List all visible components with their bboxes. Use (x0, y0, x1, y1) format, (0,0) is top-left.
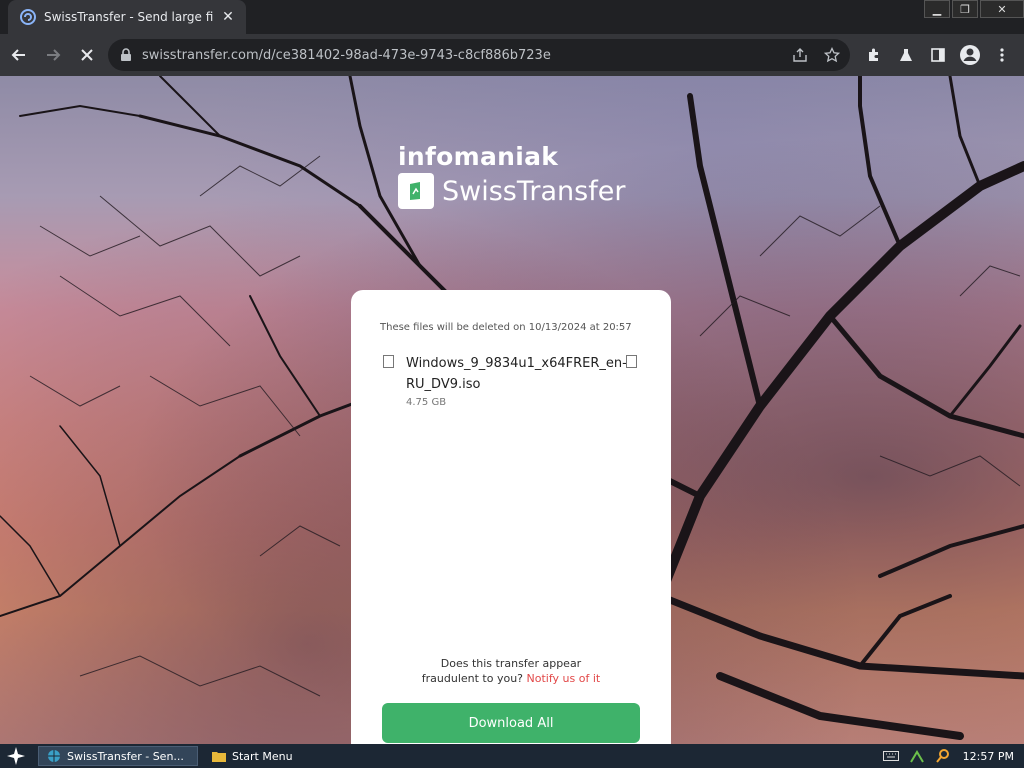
network-icon[interactable] (907, 746, 927, 766)
puzzle-icon (869, 48, 878, 61)
side-panel-icon (931, 48, 945, 62)
file-name: Windows_9_9834u1_x64FRER_en-RU_DV9.iso (406, 356, 627, 392)
bookmark-button[interactable] (818, 41, 846, 69)
file-download-checkbox[interactable] (626, 355, 637, 368)
forward-arrow-icon (47, 49, 61, 61)
avatar-icon (960, 45, 980, 65)
expiry-notice: These files will be deleted on 10/13/202… (380, 322, 632, 333)
profile-button[interactable] (954, 40, 986, 70)
side-panel-button[interactable] (922, 40, 954, 70)
menu-button[interactable] (986, 40, 1018, 70)
share-icon (793, 48, 807, 62)
fraud-text-line1: Does this transfer appear (440, 657, 582, 670)
back-arrow-icon (11, 49, 25, 61)
tab-bar: SwissTransfer - Send large files sec ✕ ▁… (0, 0, 1024, 34)
forward-button[interactable] (38, 40, 68, 70)
file-size: 4.75 GB (406, 397, 447, 408)
minimize-button[interactable]: ▁ (924, 0, 950, 18)
browser-toolbar: swisstransfer.com/d/ce381402-98ad-473e-9… (0, 34, 1024, 76)
keyboard-icon[interactable] (881, 746, 901, 766)
stop-loading-icon (81, 49, 93, 61)
fraud-notice: Does this transfer appear fraudulent to … (351, 656, 671, 686)
clock: 12:57 PM (962, 749, 1014, 763)
lock-icon (121, 48, 131, 61)
brand-logo: infomaniak SwissTransfer (398, 142, 625, 209)
tab-close-icon[interactable]: ✕ (220, 9, 236, 25)
flask-icon (900, 49, 912, 61)
search-icon[interactable] (933, 746, 953, 766)
more-vert-icon (1000, 48, 1004, 62)
taskbar: SwissTransfer - Sen... Start Menu 12:57 … (0, 744, 1024, 768)
star-icon (824, 47, 840, 63)
fraud-text-line2-row: fraudulent to you? Notify us of it (351, 671, 671, 686)
url-text: swisstransfer.com/d/ce381402-98ad-473e-9… (142, 47, 551, 63)
browser-globe-icon (48, 750, 60, 762)
folder-icon (212, 752, 226, 762)
window-controls: ▁ ❐ ✕ (922, 0, 1024, 20)
brand-product: SwissTransfer (442, 175, 626, 207)
tab-swisstransfer[interactable]: SwissTransfer - Send large files sec ✕ (8, 0, 246, 34)
taskbar-item-browser[interactable]: SwissTransfer - Sen... (38, 746, 198, 766)
start-star-icon (7, 747, 25, 765)
system-tray: 12:57 PM (881, 744, 1024, 768)
share-button[interactable] (786, 41, 814, 69)
start-button[interactable] (0, 744, 32, 768)
notify-link[interactable]: Notify us of it (527, 672, 601, 685)
labs-button[interactable] (890, 40, 922, 70)
taskbar-item-label: SwissTransfer - Sen... (67, 749, 184, 763)
download-card: These files will be deleted on 10/13/202… (351, 290, 671, 744)
fraud-text-line2: fraudulent to you? (421, 672, 524, 685)
taskbar-item-label: Start Menu (232, 749, 293, 763)
swisstransfer-favicon-icon (20, 9, 36, 25)
toolbar-right (858, 40, 1018, 70)
close-window-button[interactable]: ✕ (980, 0, 1024, 18)
brand-product-row: SwissTransfer (398, 173, 625, 209)
extensions-button[interactable] (858, 40, 890, 70)
brand-company: infomaniak (398, 142, 559, 171)
file-checkbox[interactable] (383, 355, 394, 368)
stop-button[interactable] (72, 40, 102, 70)
page-content: infomaniak SwissTransfer These files wil… (0, 76, 1024, 744)
back-button[interactable] (4, 40, 34, 70)
address-bar[interactable]: swisstransfer.com/d/ce381402-98ad-473e-9… (108, 39, 850, 71)
taskbar-item-start-menu[interactable]: Start Menu (204, 746, 301, 766)
tab-title: SwissTransfer - Send large files sec (44, 10, 214, 24)
download-all-button[interactable]: Download All (382, 703, 640, 743)
restore-button[interactable]: ❐ (952, 0, 978, 18)
swisstransfer-logo-icon (398, 173, 434, 209)
